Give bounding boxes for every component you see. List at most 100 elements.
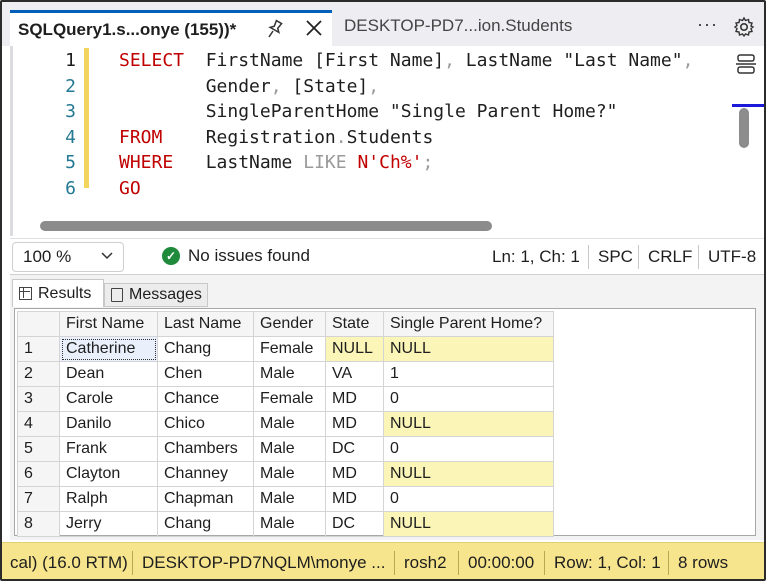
table-row[interactable]: 3 Carole Chance Female MD 0 xyxy=(17,386,554,412)
column-header[interactable]: State xyxy=(325,311,384,337)
row-number[interactable]: 8 xyxy=(17,511,60,537)
column-header[interactable]: Single Parent Home? xyxy=(383,311,554,337)
table-cell[interactable]: 0 xyxy=(383,436,554,462)
issues-indicator[interactable]: ✓ No issues found xyxy=(162,246,310,266)
table-row[interactable]: 8 Jerry Chang Male DC NULL xyxy=(17,511,554,537)
results-grid[interactable]: First Name Last Name Gender State Single Par… xyxy=(14,308,756,537)
table-cell[interactable]: Male xyxy=(253,361,326,387)
table-cell[interactable]: 0 xyxy=(383,486,554,512)
pin-icon[interactable] xyxy=(266,19,286,41)
table-cell[interactable]: Male xyxy=(253,486,326,512)
table-cell[interactable]: MD xyxy=(325,386,384,412)
tab-students-table[interactable]: DESKTOP-PD7...ion.Students xyxy=(344,16,572,36)
server-version: cal) (16.0 RTM) xyxy=(10,553,128,572)
row-number[interactable]: 4 xyxy=(17,411,60,437)
table-cell[interactable]: 0 xyxy=(383,386,554,412)
horizontal-scrollbar[interactable] xyxy=(40,218,730,232)
table-cell[interactable]: Frank xyxy=(59,436,158,462)
table-cell[interactable]: 1 xyxy=(383,361,554,387)
table-cell[interactable]: Chang xyxy=(157,336,254,362)
more-icon[interactable]: ··· xyxy=(697,14,718,35)
table-cell[interactable]: Chen xyxy=(157,361,254,387)
column-header[interactable]: Gender xyxy=(253,311,326,337)
table-cell[interactable]: Chambers xyxy=(157,436,254,462)
code-line[interactable]: 4 FROM Registration.Students xyxy=(10,127,730,153)
table-cell[interactable]: NULL xyxy=(383,336,554,362)
tab-messages-label: Messages xyxy=(129,286,202,303)
table-cell[interactable]: Male xyxy=(253,411,326,437)
vertical-scrollbar[interactable] xyxy=(736,106,750,156)
table-cell[interactable]: Carole xyxy=(59,386,158,412)
encoding[interactable]: UTF-8 xyxy=(708,247,756,267)
vertical-scroll-thumb[interactable] xyxy=(739,108,749,148)
column-header[interactable]: Last Name xyxy=(157,311,254,337)
zoom-dropdown[interactable]: 100 % xyxy=(12,242,124,272)
table-cell[interactable]: VA xyxy=(325,361,384,387)
line-ending[interactable]: CRLF xyxy=(648,247,692,267)
divider xyxy=(132,551,133,575)
table-cell[interactable]: Chang xyxy=(157,511,254,537)
table-row[interactable]: 5 Frank Chambers Male DC 0 xyxy=(17,436,554,462)
table-row[interactable]: 4 Danilo Chico Male MD NULL xyxy=(17,411,554,437)
cursor-position[interactable]: Ln: 1, Ch: 1 xyxy=(492,247,580,267)
gear-icon[interactable] xyxy=(733,16,755,38)
table-cell[interactable]: Male xyxy=(253,436,326,462)
column-header[interactable]: First Name xyxy=(59,311,158,337)
tab-messages[interactable]: Messages xyxy=(104,283,208,307)
line-number: 4 xyxy=(65,126,76,148)
sql-editor[interactable]: 1 SELECT FirstName [First Name], LastName… xyxy=(10,46,764,236)
row-number[interactable]: 6 xyxy=(17,461,60,487)
table-cell[interactable]: Jerry xyxy=(59,511,158,537)
issues-text: No issues found xyxy=(188,246,310,265)
table-cell[interactable]: NULL xyxy=(383,511,554,537)
table-row[interactable]: 2 Dean Chen Male VA 1 xyxy=(17,361,554,387)
table-row[interactable]: 6 Clayton Channey Male MD NULL xyxy=(17,461,554,487)
close-icon[interactable] xyxy=(304,18,326,42)
tab-query-active[interactable]: SQLQuery1.s...onye (155))* xyxy=(10,10,332,46)
split-editor-icon[interactable] xyxy=(734,52,758,76)
results-panel: Results Messages First Name Last Name Gend… xyxy=(10,274,764,540)
divider xyxy=(588,245,589,269)
horizontal-scroll-thumb[interactable] xyxy=(40,221,492,231)
code-line[interactable]: 6 GO xyxy=(10,178,730,204)
table-cell[interactable]: MD xyxy=(325,486,384,512)
code-line[interactable]: 1 SELECT FirstName [First Name], LastName… xyxy=(10,50,730,76)
table-cell[interactable]: Female xyxy=(253,386,326,412)
whitespace-mode[interactable]: SPC xyxy=(598,247,633,267)
table-row[interactable]: 7 Ralph Chapman Male MD 0 xyxy=(17,486,554,512)
code-line[interactable]: 3 SingleParentHome "Single Parent Home?" xyxy=(10,101,730,127)
code-line[interactable]: 2 Gender, [State], xyxy=(10,76,730,102)
table-cell[interactable]: MD xyxy=(325,461,384,487)
table-cell[interactable]: Male xyxy=(253,461,326,487)
table-cell[interactable]: NULL xyxy=(383,461,554,487)
table-cell[interactable]: Dean xyxy=(59,361,158,387)
row-number[interactable]: 2 xyxy=(17,361,60,387)
table-cell[interactable]: Channey xyxy=(157,461,254,487)
row-number-header[interactable] xyxy=(17,311,60,337)
table-row[interactable]: 1 Catherine Chang Female NULL NULL xyxy=(17,336,554,362)
table-cell[interactable]: Chapman xyxy=(157,486,254,512)
row-number[interactable]: 3 xyxy=(17,386,60,412)
table-cell[interactable]: DC xyxy=(325,436,384,462)
table-cell[interactable]: MD xyxy=(325,411,384,437)
code-lines[interactable]: 1 SELECT FirstName [First Name], LastName… xyxy=(10,50,730,203)
tab-results[interactable]: Results xyxy=(12,279,104,307)
row-number[interactable]: 7 xyxy=(17,486,60,512)
table-cell[interactable]: Clayton xyxy=(59,461,158,487)
table-cell[interactable]: NULL xyxy=(383,411,554,437)
table-cell[interactable]: Male xyxy=(253,511,326,537)
table-cell[interactable]: Danilo xyxy=(59,411,158,437)
table-cell[interactable]: Catherine xyxy=(59,336,158,362)
code-token: WHERE xyxy=(119,152,174,173)
table-cell[interactable]: Chico xyxy=(157,411,254,437)
row-number[interactable]: 1 xyxy=(17,336,60,362)
table-cell[interactable]: Chance xyxy=(157,386,254,412)
code-token: FROM xyxy=(119,126,163,148)
code-line[interactable]: 5 WHERE LastName LIKE N'Ch%'; xyxy=(10,152,730,178)
row-number[interactable]: 5 xyxy=(17,436,60,462)
table-cell[interactable]: Ralph xyxy=(59,486,158,512)
table-cell[interactable]: DC xyxy=(325,511,384,537)
check-circle-icon: ✓ xyxy=(162,247,180,265)
table-cell[interactable]: NULL xyxy=(325,336,384,362)
table-cell[interactable]: Female xyxy=(253,336,326,362)
